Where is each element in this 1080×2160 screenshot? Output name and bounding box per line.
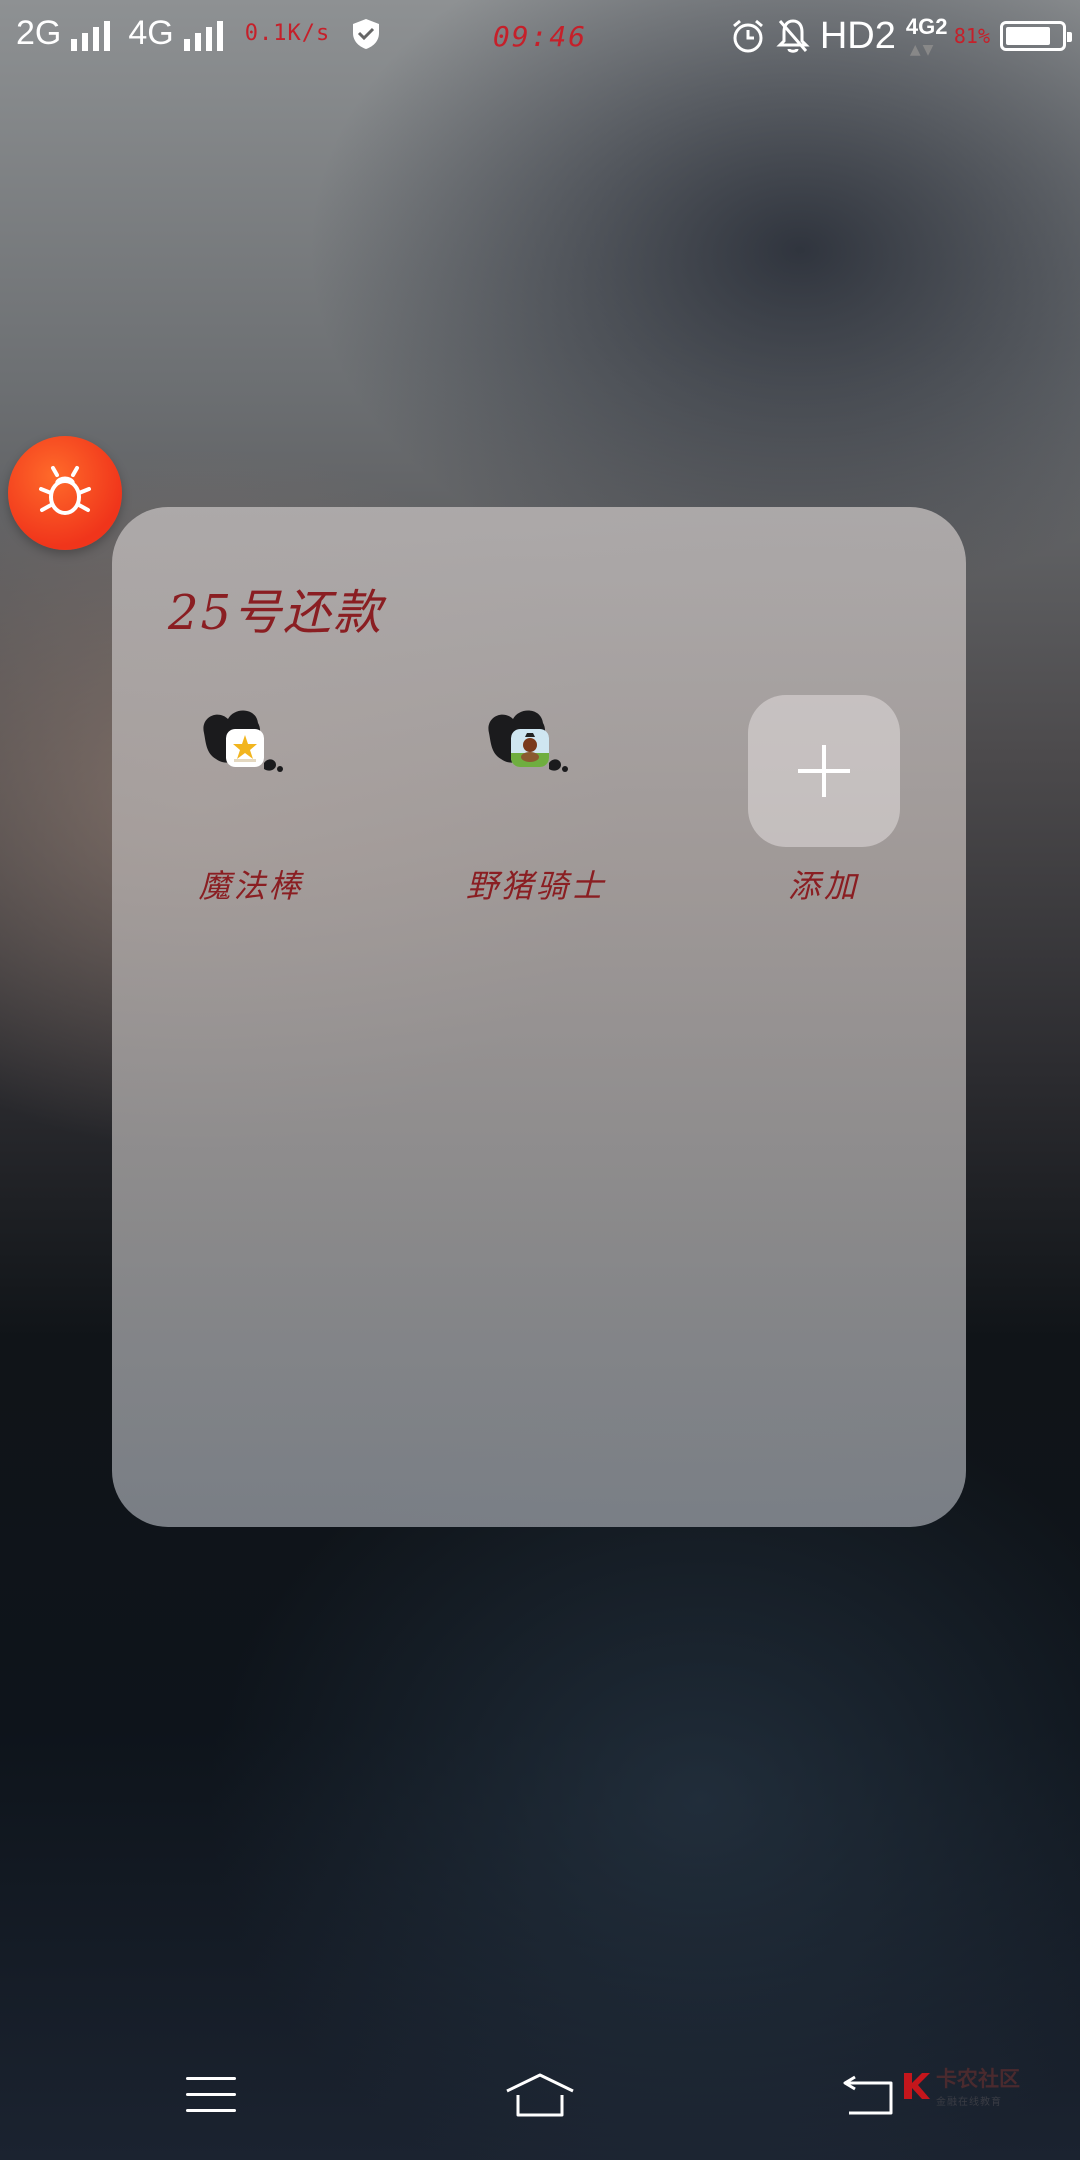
status-bar: 2G 4G 0.1K/s 09:46 HD2 4G2 ▲▼ 81% <box>0 0 1080 76</box>
add-app-button[interactable] <box>748 695 900 847</box>
battery-icon <box>1000 21 1072 51</box>
watermark-title: 卡农社区 <box>936 2067 1020 2091</box>
back-button[interactable] <box>824 2060 914 2130</box>
mobile-data-type: 4G2 <box>905 14 948 39</box>
menu-icon <box>186 2077 236 2112</box>
data-arrows-icon: ▲▼ <box>909 42 936 58</box>
plus-icon <box>798 745 850 797</box>
home-icon <box>506 2073 574 2117</box>
magic-wand-app-icon <box>226 729 264 767</box>
add-app-label: 添加 <box>787 867 860 905</box>
boar-knight-app-icon <box>511 729 549 767</box>
kanong-logo-icon <box>904 2072 930 2099</box>
menu-button[interactable] <box>166 2060 256 2130</box>
alarm-clock-icon <box>732 19 763 53</box>
notifications-off-icon <box>776 19 810 53</box>
folder-title[interactable]: 25号还款 <box>168 573 383 643</box>
mobile-data-indicator: 4G2 ▲▼ <box>906 14 948 58</box>
watermark-subtitle: 金融在线教育 <box>936 2097 1002 2108</box>
watermark-logo: 卡农社区 金融在线教育 <box>902 2063 1020 2108</box>
navigation-bar: 卡农社区 金融在线教育 <box>0 2030 1080 2160</box>
hd-voice-label: HD2 <box>819 14 896 57</box>
bug-icon <box>39 466 91 515</box>
back-icon <box>843 2075 893 2115</box>
app-label: 魔法棒 <box>198 867 304 905</box>
app-magic-wand[interactable]: 魔法棒 <box>131 693 371 905</box>
floating-bug-button[interactable] <box>8 436 122 550</box>
home-button[interactable] <box>495 2060 585 2130</box>
app-boar-knight[interactable]: 野猪骑士 <box>416 693 656 905</box>
app-label: 野猪骑士 <box>465 867 606 905</box>
battery-percent: 81% <box>953 24 990 48</box>
app-folder-panel: 25号还款 魔法棒 野猪骑士 添加 <box>112 507 966 1527</box>
